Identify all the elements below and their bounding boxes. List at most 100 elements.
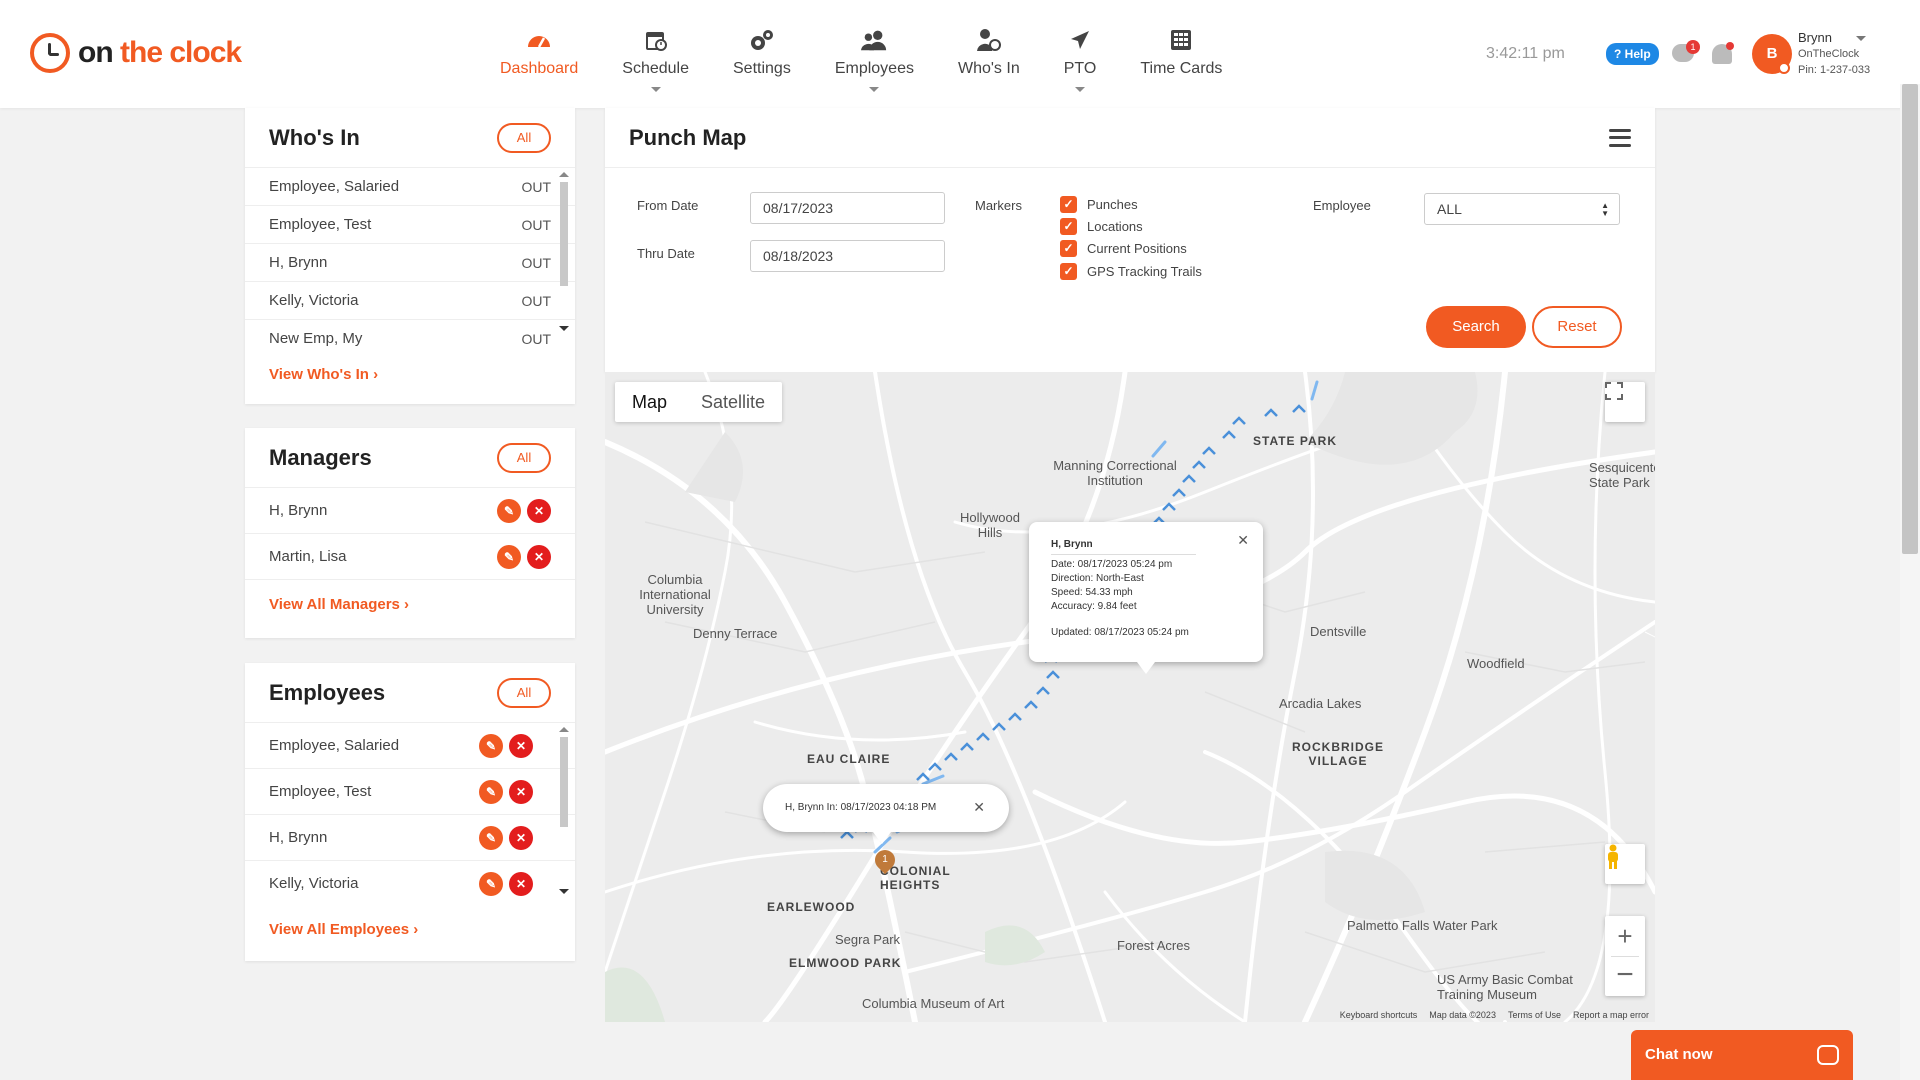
nav-whos-in[interactable]: Who's In <box>936 26 1042 78</box>
scroll-down-icon[interactable] <box>559 326 569 331</box>
gps-trails-checkbox[interactable]: ✓ GPS Tracking Trails <box>1060 263 1202 280</box>
timecard-icon <box>1167 26 1195 54</box>
terms-link[interactable]: Terms of Use <box>1508 1010 1561 1020</box>
help-button[interactable]: ? Help <box>1606 43 1659 65</box>
employees-scrollbar[interactable] <box>557 723 571 901</box>
map-place-label: Hollywood Hills <box>960 510 1020 540</box>
logo[interactable]: on the clock <box>30 33 242 73</box>
close-icon[interactable]: ✕ <box>509 733 533 758</box>
employee-select[interactable]: ALL ▲ ▼ <box>1424 193 1620 225</box>
thru-date-input[interactable]: 08/18/2023 <box>750 240 945 272</box>
street-view-pegman-icon[interactable] <box>1605 844 1645 884</box>
chevron-down-icon <box>1075 87 1086 92</box>
list-item: Employee, Salaried OUT <box>245 168 575 206</box>
list-item: H, Brynn OUT <box>245 244 575 282</box>
punches-checkbox[interactable]: ✓ Punches <box>1060 196 1138 213</box>
view-all-employees-link[interactable]: View All Employees › <box>245 905 575 954</box>
report-error-link[interactable]: Report a map error <box>1573 1010 1649 1020</box>
chat-now-button[interactable]: Chat now <box>1631 1030 1853 1080</box>
nav-employees[interactable]: Employees <box>813 26 936 92</box>
gears-icon <box>748 26 776 54</box>
menu-icon[interactable] <box>1609 128 1631 147</box>
close-icon[interactable]: ✕ <box>509 871 533 896</box>
nav-pto[interactable]: PTO <box>1042 26 1119 92</box>
company-name: OnTheClock <box>1798 48 1860 60</box>
employees-title: Employees <box>269 679 386 705</box>
map-attribution: Keyboard shortcuts Map data ©2023 Terms … <box>1340 1010 1649 1020</box>
keyboard-shortcuts-link[interactable]: Keyboard shortcuts <box>1340 1010 1418 1020</box>
close-icon[interactable]: ✕ <box>527 544 551 569</box>
employees-list[interactable]: Employee, Salaried ✎ ✕ Employee, Test ✎ ✕ … <box>245 723 575 905</box>
whos-in-all-button[interactable]: All <box>497 122 551 153</box>
chat-icon <box>1817 1045 1839 1065</box>
map-place-label: Forest Acres <box>1117 938 1190 953</box>
chevron-down-icon[interactable] <box>1856 36 1866 41</box>
pencil-icon[interactable]: ✎ <box>497 498 521 523</box>
chevron-down-icon <box>869 87 880 92</box>
list-item: Martin, Lisa ✎ ✕ <box>245 534 575 580</box>
calendar-icon <box>642 26 670 54</box>
pencil-icon[interactable]: ✎ <box>479 871 503 896</box>
employees-all-button[interactable]: All <box>497 677 551 708</box>
map-tab[interactable]: Map <box>615 382 684 422</box>
nav-time-cards[interactable]: Time Cards <box>1118 26 1244 78</box>
view-all-managers-link[interactable]: View All Managers › <box>245 580 575 629</box>
close-icon[interactable]: ✕ <box>973 799 985 816</box>
scroll-up-icon[interactable] <box>559 727 569 732</box>
scroll-up-icon[interactable] <box>559 172 569 177</box>
zoom-out-icon[interactable]: − <box>1616 957 1634 996</box>
map-type-toggle: Map Satellite <box>615 382 783 422</box>
managers-card: Managers All H, Brynn ✎ ✕ Martin, Lisa ✎ ✕… <box>245 428 575 638</box>
select-arrows-icon: ▲ ▼ <box>1601 201 1609 218</box>
pencil-icon[interactable]: ✎ <box>479 779 503 804</box>
map-place-label: Sesquicentennial State Park <box>1589 460 1655 490</box>
search-button[interactable]: Search <box>1426 306 1526 348</box>
employee-label: Employee <box>1313 198 1371 213</box>
from-date-label: From Date <box>637 198 699 213</box>
scroll-thumb[interactable] <box>1902 84 1918 554</box>
page-scrollbar[interactable] <box>1900 84 1920 1080</box>
managers-title: Managers <box>269 444 372 470</box>
message-count-badge: 1 <box>1686 40 1700 54</box>
nav-settings[interactable]: Settings <box>711 26 813 78</box>
markers-label: Markers <box>975 198 1022 213</box>
punch-marker[interactable]: 1 <box>870 845 900 875</box>
scroll-thumb[interactable] <box>560 182 568 286</box>
location-info-window: H, Brynn Date: 08/17/2023 05:24 pm Direc… <box>1029 522 1263 674</box>
close-icon[interactable]: ✕ <box>509 779 533 804</box>
whos-in-list[interactable]: Employee, Salaried OUT Employee, Test OUT … <box>245 168 575 348</box>
user-pin: Pin: 1-237-033 <box>1798 64 1871 76</box>
nav-schedule[interactable]: Schedule <box>600 26 711 92</box>
whos-in-scrollbar[interactable] <box>557 168 571 344</box>
airplane-icon <box>1066 26 1094 54</box>
map-place-label: Columbia Museum of Art <box>862 996 1005 1011</box>
fullscreen-icon[interactable] <box>1605 382 1645 422</box>
list-item: H, Brynn ✎ ✕ <box>245 815 575 861</box>
close-icon[interactable]: ✕ <box>1237 532 1249 549</box>
scroll-thumb[interactable] <box>560 737 568 827</box>
current-positions-checkbox[interactable]: ✓ Current Positions <box>1060 240 1187 257</box>
close-icon[interactable]: ✕ <box>509 825 533 850</box>
scroll-down-icon[interactable] <box>559 889 569 894</box>
close-icon[interactable]: ✕ <box>527 498 551 523</box>
locations-checkbox[interactable]: ✓ Locations <box>1060 218 1143 235</box>
nav-dashboard[interactable]: Dashboard <box>478 26 600 78</box>
top-header: on the clock Dashboard Schedule Settings <box>0 0 1920 108</box>
map-data-text: Map data ©2023 <box>1429 1010 1496 1020</box>
current-time: 3:42:11 pm <box>1486 45 1565 62</box>
notification-dot <box>1726 42 1734 50</box>
zoom-control: + − <box>1605 916 1645 996</box>
satellite-tab[interactable]: Satellite <box>684 382 782 422</box>
checkmark-icon: ✓ <box>1060 196 1077 213</box>
reset-button[interactable]: Reset <box>1532 306 1622 348</box>
map-place-label: ELMWOOD PARK <box>789 956 902 970</box>
view-whos-in-link[interactable]: View Who's In › <box>245 348 575 399</box>
map-canvas[interactable]: STATE PARK Manning Correctional Institut… <box>605 372 1655 1022</box>
zoom-in-icon[interactable]: + <box>1617 916 1632 956</box>
pencil-icon[interactable]: ✎ <box>497 544 521 569</box>
managers-all-button[interactable]: All <box>497 442 551 473</box>
page-title: Punch Map <box>629 124 747 150</box>
pencil-icon[interactable]: ✎ <box>479 825 503 850</box>
pencil-icon[interactable]: ✎ <box>479 733 503 758</box>
from-date-input[interactable]: 08/17/2023 <box>750 192 945 224</box>
